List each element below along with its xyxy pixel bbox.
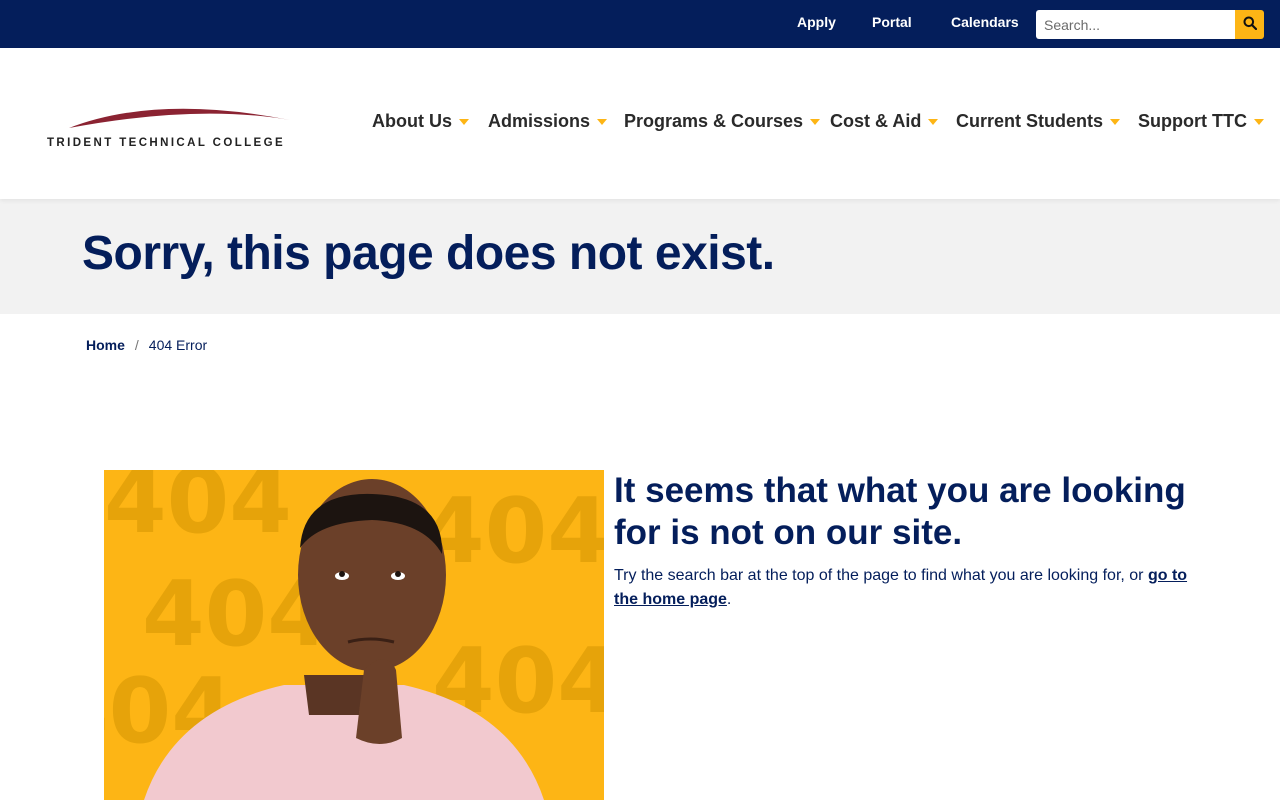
nav-admissions[interactable]: Admissions [488,111,608,132]
caret-down-icon [928,118,939,125]
apply-link[interactable]: Apply [797,14,836,30]
nav-support-ttc[interactable]: Support TTC [1138,111,1264,132]
breadcrumb: Home / 404 Error [86,337,207,353]
error-message-text: Try the search bar at the top of the pag… [614,567,1148,584]
portal-link[interactable]: Portal [872,14,912,30]
breadcrumb-home-link[interactable]: Home [86,337,125,353]
caret-down-icon [810,118,821,125]
watermark-404: 404 [422,479,604,584]
breadcrumb-current: 404 Error [148,337,208,353]
search-input[interactable] [1036,10,1235,39]
caret-down-icon [1253,118,1264,125]
search-form [1036,10,1264,39]
breadcrumb-separator: / [134,337,139,353]
nav-about-us[interactable]: About Us [372,111,469,132]
nav-current-students[interactable]: Current Students [956,111,1121,132]
error-message-suffix: . [726,591,732,608]
site-header: TRIDENT TECHNICAL COLLEGE About Us Admis… [0,48,1280,199]
nav-label: Support TTC [1138,111,1247,131]
error-illustration: 404 404 404 404 404 [104,470,604,800]
calendars-link[interactable]: Calendars [951,14,1019,30]
nav-label: Cost & Aid [830,111,922,131]
utility-bar: Apply Portal Calendars [0,0,1280,48]
nav-label: About Us [372,111,452,131]
nav-label: Admissions [488,111,591,131]
error-heading: It seems that what you are looking for i… [614,471,1186,552]
page-title: Sorry, this page does not exist. [82,227,775,280]
nav-label: Current Students [956,111,1104,131]
search-button[interactable] [1235,10,1264,39]
logo-wordmark: TRIDENT TECHNICAL COLLEGE [47,137,286,149]
nav-label: Programs & Courses [624,111,804,131]
nav-cost-aid[interactable]: Cost & Aid [830,111,939,132]
error-content: It seems that what you are looking for i… [614,470,1194,612]
watermark-404: 404 [104,470,292,554]
caret-down-icon [1110,118,1121,125]
hero-band: Sorry, this page does not exist. [0,199,1280,314]
caret-down-icon [597,118,608,125]
nav-programs-courses[interactable]: Programs & Courses [624,111,821,132]
error-message: Try the search bar at the top of the pag… [614,564,1194,612]
college-logo[interactable]: TRIDENT TECHNICAL COLLEGE [47,100,307,150]
search-icon [1243,16,1257,33]
caret-down-icon [459,118,469,125]
